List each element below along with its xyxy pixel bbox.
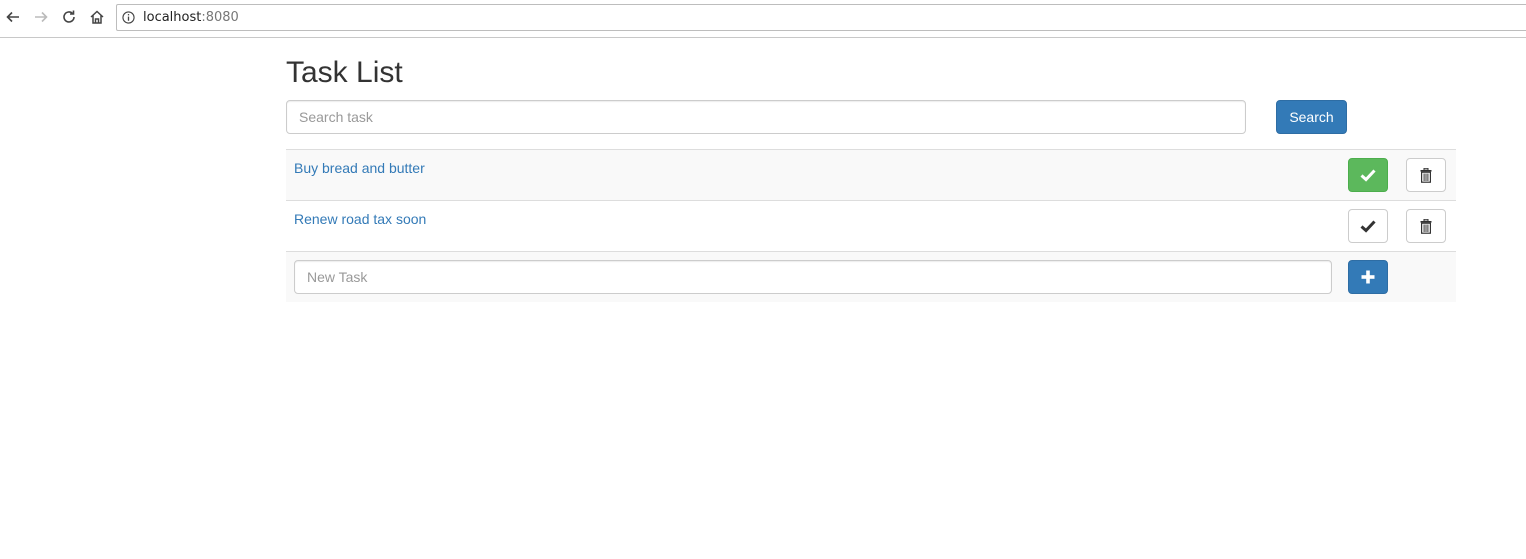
task-row: Buy bread and butter	[286, 149, 1456, 200]
task-label[interactable]: Buy bread and butter	[294, 160, 425, 176]
back-arrow-icon	[6, 11, 19, 23]
mark-done-button[interactable]	[1348, 158, 1388, 192]
new-task-row	[286, 251, 1456, 302]
home-icon	[90, 10, 104, 24]
page-title: Task List	[286, 56, 403, 89]
url-port: :8080	[201, 10, 239, 25]
url-host: localhost	[143, 10, 202, 25]
check-icon	[1360, 220, 1376, 233]
back-button[interactable]	[2, 6, 24, 28]
trash-icon	[1420, 218, 1432, 234]
check-icon	[1360, 169, 1376, 182]
mark-done-button[interactable]	[1348, 209, 1388, 243]
plus-icon	[1361, 270, 1375, 284]
search-input[interactable]	[286, 100, 1246, 134]
reload-button[interactable]	[58, 6, 80, 28]
task-label[interactable]: Renew road tax soon	[294, 211, 426, 227]
address-bar[interactable]: localhost:8080	[116, 4, 1526, 31]
task-row: Renew road tax soon	[286, 200, 1456, 251]
forward-button[interactable]	[30, 6, 52, 28]
trash-icon	[1420, 167, 1432, 183]
browser-toolbar: localhost:8080	[0, 0, 1526, 38]
delete-button[interactable]	[1406, 158, 1446, 192]
delete-button[interactable]	[1406, 209, 1446, 243]
forward-arrow-icon	[35, 11, 48, 23]
add-task-button[interactable]	[1348, 260, 1388, 294]
home-button[interactable]	[86, 6, 108, 28]
reload-icon	[63, 10, 75, 23]
search-button[interactable]: Search	[1276, 100, 1347, 134]
task-list: Buy bread and butter Renew road tax soon	[286, 149, 1456, 302]
info-icon[interactable]	[122, 11, 135, 24]
url-text: localhost:8080	[143, 10, 239, 25]
new-task-input[interactable]	[294, 260, 1332, 294]
